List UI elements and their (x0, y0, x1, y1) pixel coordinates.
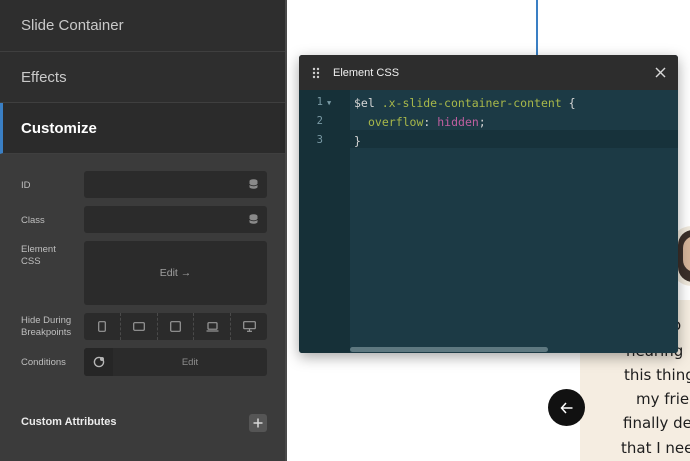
line-gutter: 1 2 3 ▼ (299, 90, 350, 353)
code-token: } (354, 134, 361, 148)
custom-attributes-heading: Custom Attributes (21, 416, 117, 428)
section-effects[interactable]: Effects (0, 52, 285, 103)
element-css-edit-button[interactable]: Edit → (84, 241, 267, 305)
testimonial-text-line: this thing (624, 366, 690, 384)
testimonial-text-line: finally de (623, 414, 690, 432)
horizontal-scrollbar[interactable] (350, 347, 548, 352)
database-icon[interactable] (249, 214, 258, 224)
conditions-icon (93, 356, 104, 368)
code-line: $el .x-slide-container-content { (354, 96, 576, 110)
code-token: { (561, 96, 576, 110)
hide-breakpoints-label: Hide During Breakpoints (21, 315, 72, 338)
code-editor[interactable]: $el .x-slide-container-content { overflo… (350, 90, 678, 353)
arrow-left-icon (559, 401, 572, 414)
conditions-field: Edit (84, 348, 267, 376)
close-button[interactable] (652, 64, 668, 80)
breakpoint-sm-toggle[interactable] (121, 313, 158, 340)
class-label: Class (21, 215, 45, 226)
code-token: : (423, 115, 438, 129)
breakpoint-lg-toggle[interactable] (194, 313, 232, 340)
code-line: overflow: hidden; (368, 115, 486, 129)
class-field[interactable] (84, 206, 267, 233)
close-icon (655, 67, 665, 77)
tablet-icon (170, 321, 181, 332)
modal-header: Element CSS (299, 55, 678, 90)
fold-arrow-icon[interactable]: ▼ (327, 99, 331, 107)
section-label: Customize (21, 119, 97, 137)
breakpoint-toggles (84, 313, 267, 340)
conditions-toggle[interactable] (84, 348, 113, 376)
layout-guide (536, 0, 538, 56)
id-field[interactable] (84, 171, 267, 198)
line-number: 2 (316, 115, 323, 127)
code-token: hidden (437, 115, 479, 129)
slider-prev-button[interactable] (548, 389, 585, 426)
breakpoint-xl-toggle[interactable] (231, 313, 267, 340)
line-number: 3 (316, 134, 323, 146)
conditions-edit-button[interactable]: Edit (113, 348, 267, 376)
code-token: .x-slide-container-content (374, 96, 562, 110)
element-css-label: Element CSS (21, 244, 56, 267)
testimonial-text-line: that I nee (621, 439, 690, 457)
element-css-modal: Element CSS 1 2 3 ▼ $el .x-slide-contain… (299, 55, 678, 353)
section-slide-container[interactable]: Slide Container (0, 0, 285, 52)
plus-icon (253, 418, 263, 428)
breakpoint-md-toggle[interactable] (158, 313, 195, 340)
code-token: overflow (368, 115, 424, 129)
testimonial-text-line: my frie (636, 390, 690, 408)
code-token: ; (478, 115, 486, 129)
section-label: Effects (21, 68, 67, 86)
add-attribute-button[interactable] (249, 414, 267, 432)
section-label: Slide Container (21, 17, 124, 34)
conditions-label: Conditions (21, 357, 66, 368)
phone-landscape-icon (132, 322, 145, 331)
customize-body (0, 154, 285, 461)
id-label: ID (21, 180, 31, 191)
laptop-icon (206, 321, 219, 332)
database-icon[interactable] (249, 179, 258, 189)
active-line-highlight (350, 130, 678, 148)
drag-handle-icon[interactable] (299, 67, 333, 79)
element-css-field[interactable]: Edit → (84, 241, 267, 305)
desktop-icon (242, 321, 256, 332)
code-line: } (354, 134, 361, 148)
code-token: $el (354, 96, 375, 110)
phone-icon (97, 321, 106, 332)
breakpoint-xs-toggle[interactable] (84, 313, 121, 340)
section-customize[interactable]: Customize (0, 103, 285, 154)
line-number: 1 (316, 96, 323, 108)
properties-panel: Slide Container Effects Customize ID Cla… (0, 0, 287, 461)
modal-title: Element CSS (333, 66, 400, 79)
